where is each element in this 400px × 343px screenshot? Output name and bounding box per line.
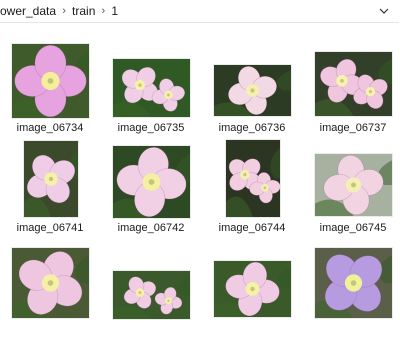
- flower-photo: [315, 52, 392, 116]
- flower-photo: [113, 146, 190, 218]
- flower-photo: [226, 140, 280, 217]
- file-name: image_06742: [117, 222, 185, 234]
- file-tile[interactable]: image_06742: [101, 140, 201, 240]
- image-thumbnail[interactable]: [113, 271, 190, 319]
- image-thumbnail[interactable]: [214, 65, 291, 116]
- file-tile[interactable]: image_06744: [202, 140, 302, 240]
- image-thumbnail[interactable]: [113, 146, 190, 218]
- file-tile[interactable]: [202, 243, 302, 343]
- flower-photo: [113, 59, 190, 117]
- file-tile[interactable]: image_06735: [101, 40, 201, 140]
- flower-photo: [24, 141, 78, 217]
- file-tile[interactable]: image_06736: [202, 40, 302, 140]
- flower-photo: [214, 65, 291, 116]
- file-tile[interactable]: image_06737: [303, 40, 400, 140]
- image-thumbnail[interactable]: [113, 59, 190, 117]
- flower-photo: [214, 261, 291, 317]
- file-grid: image_06734 image_06735 image_06736 imag…: [0, 0, 400, 319]
- file-name: image_06736: [218, 122, 286, 134]
- file-name: image_06737: [319, 122, 387, 134]
- image-thumbnail[interactable]: [315, 52, 392, 116]
- flower-photo: [315, 154, 392, 216]
- file-tile[interactable]: [303, 243, 400, 343]
- file-name: image_06745: [319, 222, 387, 234]
- image-thumbnail[interactable]: [12, 248, 89, 318]
- file-tile[interactable]: [101, 243, 201, 343]
- image-thumbnail[interactable]: [315, 248, 392, 318]
- file-tile[interactable]: image_06745: [303, 140, 400, 240]
- file-tile[interactable]: [0, 243, 100, 343]
- image-thumbnail[interactable]: [24, 141, 78, 217]
- file-name: image_06744: [218, 222, 286, 234]
- file-name: image_06734: [16, 122, 84, 134]
- image-thumbnail[interactable]: [226, 140, 280, 217]
- image-thumbnail[interactable]: [315, 154, 392, 216]
- flower-photo: [12, 248, 89, 318]
- file-name: image_06735: [117, 122, 185, 134]
- image-thumbnail[interactable]: [214, 261, 291, 317]
- file-tile[interactable]: image_06741: [0, 140, 100, 240]
- file-name: image_06741: [16, 222, 84, 234]
- flower-photo: [12, 44, 89, 118]
- file-tile[interactable]: image_06734: [0, 40, 100, 140]
- flower-photo: [113, 271, 190, 319]
- image-thumbnail[interactable]: [12, 44, 89, 118]
- flower-photo: [315, 248, 392, 318]
